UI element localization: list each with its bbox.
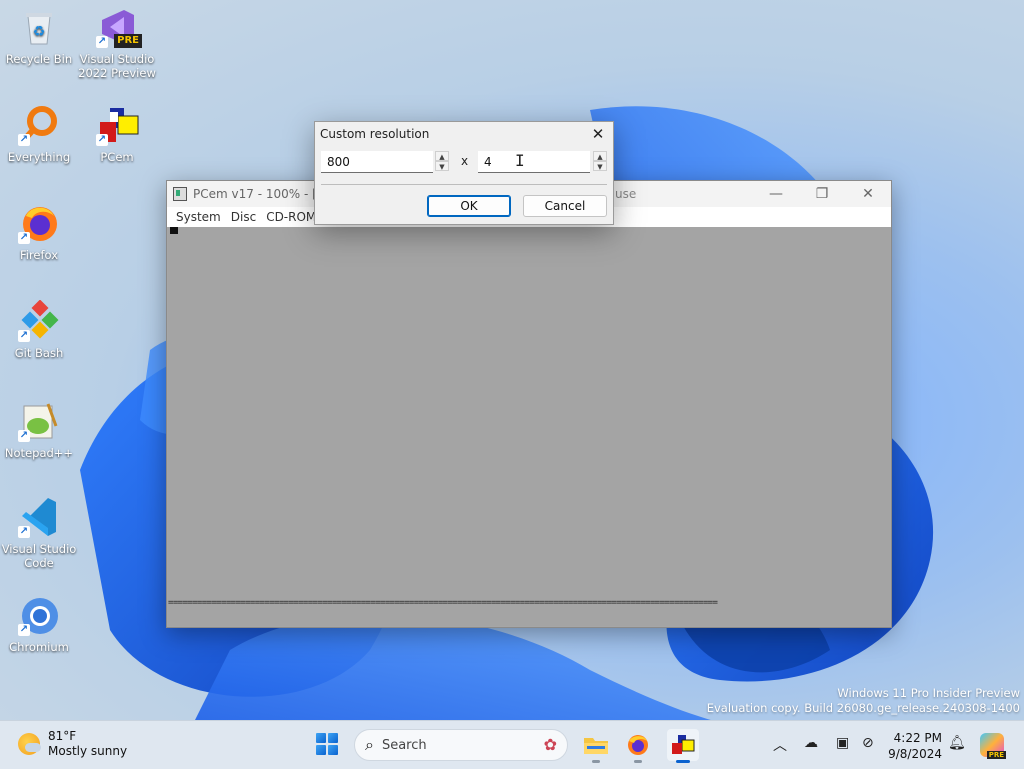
spin-down-icon[interactable]: ▼	[593, 161, 607, 171]
pre-badge: PRE	[114, 34, 142, 48]
system-clock[interactable]: 4:22 PM 9/8/2024	[884, 730, 942, 762]
menu-disc[interactable]: Disc	[226, 210, 261, 224]
visual-studio-icon: PRE ↗	[96, 6, 142, 48]
desktop-icon-notepad-plus-plus[interactable]: ↗ Notepad++	[0, 400, 78, 460]
watermark-line-1: Windows 11 Pro Insider Preview	[837, 686, 1020, 700]
dialog-divider	[321, 184, 607, 185]
display-icon[interactable]: ▣	[836, 735, 849, 751]
spin-up-icon[interactable]: ▲	[435, 151, 449, 161]
desktop-icon-recycle-bin[interactable]: ♻ Recycle Bin	[0, 6, 78, 66]
desktop-icon-label: Firefox	[19, 248, 59, 262]
onedrive-offline-icon[interactable]: ☁	[804, 735, 818, 751]
desktop-icon-label: Everything	[7, 150, 71, 164]
weather-widget[interactable]: 81°F Mostly sunny	[18, 729, 127, 759]
height-spinner[interactable]: ▲ ▼	[593, 151, 607, 173]
text-cursor-block	[170, 227, 178, 234]
taskbar-firefox[interactable]	[622, 729, 654, 763]
clock-date: 9/8/2024	[888, 747, 942, 761]
windows-logo-icon	[316, 733, 326, 743]
shortcut-arrow-icon: ↗	[18, 232, 30, 244]
desktop-icon-visual-studio-preview[interactable]: PRE ↗ Visual Studio 2022 Preview	[78, 6, 156, 80]
shortcut-arrow-icon: ↗	[18, 330, 30, 342]
desktop-icon-label: Notepad++	[4, 446, 74, 460]
shortcut-arrow-icon: ↗	[96, 134, 108, 146]
dimension-separator: x	[461, 154, 469, 168]
windows-watermark: Windows 11 Pro Insider Preview Evaluatio…	[707, 686, 1020, 716]
desktop-icon-label: PCem	[100, 150, 134, 164]
running-indicator	[592, 760, 600, 763]
svg-text:♻: ♻	[33, 24, 46, 40]
dialog-title-bar[interactable]: Custom resolution ✕	[315, 122, 613, 146]
clock-time: 4:22 PM	[893, 731, 942, 745]
folder-icon	[584, 738, 608, 754]
emulator-screen[interactable]: ========================================…	[168, 227, 890, 626]
desktop-icon-chromium[interactable]: ↗ Chromium	[0, 594, 78, 654]
dialog-close-button[interactable]: ✕	[589, 125, 607, 143]
running-indicator	[634, 760, 642, 763]
pcem-window-title-tail: use	[615, 187, 637, 201]
taskbar: 81°F Mostly sunny ⌕ Search ✿ ︿ ☁ ▣ ⊘ 4:2…	[0, 720, 1024, 769]
firefox-icon: ↗	[18, 202, 60, 244]
shortcut-arrow-icon: ↗	[18, 134, 30, 146]
cancel-button[interactable]: Cancel	[523, 195, 607, 217]
pcem-icon	[672, 735, 695, 754]
desktop-icon-label: Visual Studio Code	[1, 542, 77, 570]
minimize-button[interactable]: —	[753, 181, 799, 207]
text-cursor-icon: I	[515, 151, 525, 170]
git-bash-icon: ↗	[18, 299, 60, 342]
taskbar-pcem[interactable]	[667, 729, 699, 763]
recycle-bin-icon: ♻	[18, 6, 60, 48]
pcem-icon: ↗	[96, 104, 139, 146]
firefox-icon	[628, 735, 648, 755]
weather-temperature: 81°F	[48, 729, 77, 743]
custom-resolution-dialog[interactable]: Custom resolution ✕ 800 ▲ ▼ x 4 ▲ ▼ OK C…	[314, 121, 614, 225]
pcem-window[interactable]: PCem v17 - 100% - [38 use — ❐ ✕ System D…	[166, 180, 892, 628]
shortcut-arrow-icon: ↗	[96, 36, 108, 48]
watermark-line-2: Evaluation copy. Build 26080.ge_release.…	[706, 701, 1020, 715]
desktop-icon-label: Visual Studio 2022 Preview	[78, 52, 156, 80]
notepad-plus-plus-icon: ↗	[18, 400, 60, 442]
pcem-app-icon	[173, 187, 187, 201]
shortcut-arrow-icon: ↗	[18, 526, 30, 538]
desktop-icon-label: Chromium	[9, 640, 69, 654]
menu-system[interactable]: System	[171, 210, 226, 224]
spin-up-icon[interactable]: ▲	[593, 151, 607, 161]
search-highlight-icon: ✿	[543, 735, 557, 754]
taskbar-search-box[interactable]: ⌕ Search ✿	[354, 729, 568, 761]
network-status-icon[interactable]: ⊘	[862, 735, 874, 751]
ok-button[interactable]: OK	[427, 195, 511, 217]
desktop-icon-pcem[interactable]: ↗ PCem	[78, 104, 156, 164]
width-spinner[interactable]: ▲ ▼	[435, 151, 449, 173]
menu-cd-rom[interactable]: CD-ROM	[261, 210, 321, 224]
copilot-pre-icon[interactable]: PRE	[980, 733, 1006, 759]
width-input[interactable]: 800	[321, 151, 433, 173]
desktop-icon-vscode[interactable]: ↗ Visual Studio Code	[0, 496, 78, 570]
notification-bell-icon[interactable]: 🔔︎	[948, 735, 966, 751]
magnifier-icon: ↗	[18, 104, 60, 146]
shortcut-arrow-icon: ↗	[18, 624, 30, 636]
weather-description: Mostly sunny	[48, 744, 128, 758]
active-indicator	[676, 760, 690, 763]
desktop-icon-firefox[interactable]: ↗ Firefox	[0, 202, 78, 262]
search-placeholder: Search	[381, 737, 427, 753]
desktop-icon-label: Git Bash	[14, 346, 64, 360]
desktop-icon-everything[interactable]: ↗ Everything	[0, 104, 78, 164]
shortcut-arrow-icon: ↗	[18, 430, 30, 442]
show-hidden-icons-chevron-icon[interactable]: ︿	[773, 735, 787, 755]
height-input[interactable]: 4	[478, 151, 590, 173]
partly-sunny-icon	[18, 733, 41, 755]
dialog-title: Custom resolution	[320, 127, 430, 141]
search-icon: ⌕	[365, 735, 374, 754]
close-button[interactable]: ✕	[845, 181, 891, 207]
screen-divider-line: ========================================…	[168, 599, 718, 607]
spin-down-icon[interactable]: ▼	[435, 161, 449, 171]
desktop-icon-label: Recycle Bin	[5, 52, 73, 66]
restore-button[interactable]: ❐	[799, 181, 845, 207]
start-button[interactable]	[316, 733, 338, 755]
desktop-icon-git-bash[interactable]: ↗ Git Bash	[0, 299, 78, 360]
vscode-icon: ↗	[18, 496, 60, 538]
taskbar-file-explorer[interactable]	[580, 729, 612, 763]
chromium-icon: ↗	[18, 594, 60, 636]
